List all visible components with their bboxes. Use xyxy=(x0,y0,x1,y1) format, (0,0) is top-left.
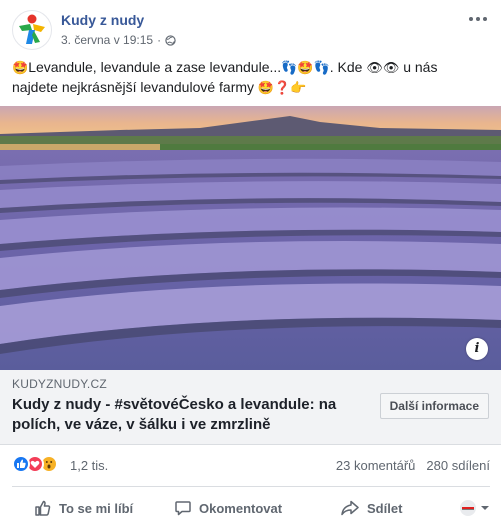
footprints-emoji: 👣 xyxy=(281,61,298,76)
like-reaction-icon xyxy=(12,455,30,473)
star-struck-emoji: 🤩 xyxy=(297,61,314,76)
meta-separator: · xyxy=(157,33,162,47)
link-preview[interactable]: KUDYZNUDY.CZ Kudy z nudy - #světovéČesko… xyxy=(0,370,501,445)
lavender-field-photo[interactable]: i xyxy=(0,106,501,370)
pointing-hand-emoji: 👉 xyxy=(290,81,307,96)
footprints-emoji: 👣 xyxy=(313,61,330,76)
star-struck-emoji: 🤩 xyxy=(12,61,29,76)
question-mark-emoji: ❓ xyxy=(274,81,291,96)
like-button[interactable]: To se mi líbí xyxy=(34,492,133,524)
post-text-part: u nás xyxy=(403,59,438,75)
comment-label: Okomentovat xyxy=(199,500,283,516)
engagement-counts: 23 komentářů 280 sdílení xyxy=(336,458,490,473)
post-text-part: Levandule, levandule a zase levandule... xyxy=(28,59,282,75)
share-button[interactable]: Sdílet xyxy=(340,492,402,524)
audience-selector[interactable] xyxy=(460,500,490,516)
comment-icon xyxy=(175,501,191,516)
chevron-down-icon xyxy=(481,506,489,510)
comment-button[interactable]: Okomentovat xyxy=(174,492,282,524)
post-timestamp[interactable]: 3. června v 19:15 xyxy=(61,33,153,47)
share-icon xyxy=(341,500,359,516)
globe-icon[interactable] xyxy=(165,34,176,46)
divider xyxy=(12,486,490,487)
action-bar: To se mi líbí Okomentovat Sdílet xyxy=(12,492,490,524)
share-label: Sdílet xyxy=(367,500,403,516)
eyes-emoji: 👁👁 xyxy=(366,61,400,76)
link-title[interactable]: Kudy z nudy - #světovéČesko a levandule:… xyxy=(12,395,362,435)
link-domain: KUDYZNUDY.CZ xyxy=(12,377,107,391)
lavender-field-image xyxy=(0,106,501,370)
post-header: Kudy z nudy 3. června v 19:15 · xyxy=(12,10,490,50)
post-text: 🤩Levandule, levandule a zase levandule..… xyxy=(12,58,490,98)
kudy-z-nudy-logo-icon xyxy=(19,14,45,44)
more-icon[interactable] xyxy=(468,12,488,26)
post-meta: 3. června v 19:15 · xyxy=(61,33,176,47)
info-icon[interactable]: i xyxy=(466,338,488,360)
page-name-link[interactable]: Kudy z nudy xyxy=(61,12,144,28)
comments-count[interactable]: 23 komentářů xyxy=(336,458,416,473)
post-stats: 1,2 tis. 23 komentářů 280 sdílení xyxy=(12,453,490,477)
page-avatar[interactable] xyxy=(12,10,52,50)
reaction-icons[interactable] xyxy=(12,455,58,473)
mini-avatar xyxy=(460,500,476,516)
star-struck-emoji: 🤩 xyxy=(257,81,275,96)
facebook-post: Kudy z nudy 3. června v 19:15 · 🤩Levandu… xyxy=(0,0,501,529)
more-info-button[interactable]: Další informace xyxy=(379,393,489,419)
shares-count[interactable]: 280 sdílení xyxy=(426,458,490,473)
post-text-part: najdete nejkrásnější levandulové farmy xyxy=(12,79,255,95)
post-text-part: . Kde xyxy=(329,59,363,75)
like-label: To se mi líbí xyxy=(59,500,134,516)
thumbs-up-icon xyxy=(35,500,51,516)
reaction-count[interactable]: 1,2 tis. xyxy=(70,458,108,473)
